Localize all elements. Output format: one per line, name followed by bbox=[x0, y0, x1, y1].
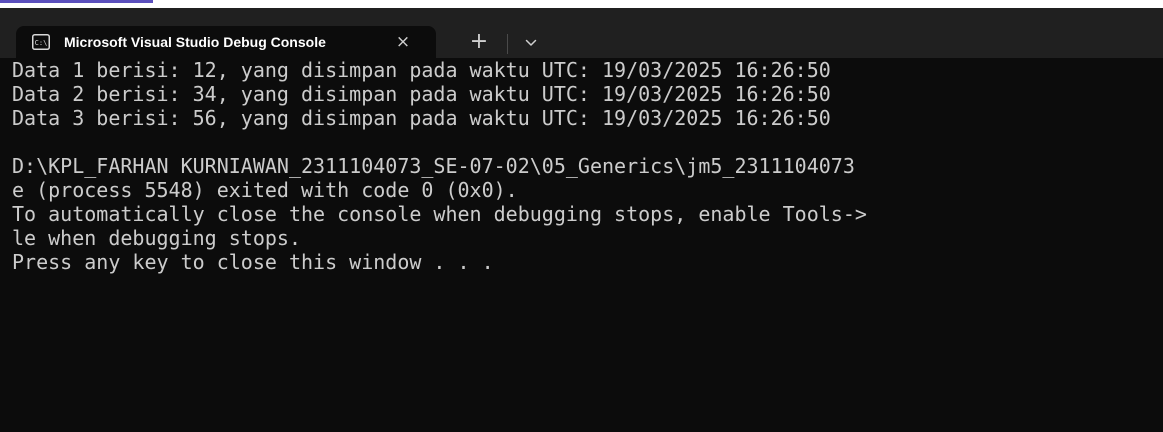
console-line: Data 2 berisi: 34, yang disimpan pada wa… bbox=[12, 82, 831, 106]
console-line: Press any key to close this window . . . bbox=[12, 250, 494, 274]
terminal-window: C:\ Microsoft Visual Studio Debug Consol… bbox=[0, 8, 1163, 432]
console-line: Data 3 berisi: 56, yang disimpan pada wa… bbox=[12, 106, 831, 130]
console-line: e (process 5548) exited with code 0 (0x0… bbox=[12, 178, 518, 202]
console-line: Data 1 berisi: 12, yang disimpan pada wa… bbox=[12, 58, 831, 82]
terminal-icon-text: C:\ bbox=[35, 39, 48, 47]
console-line: To automatically close the console when … bbox=[12, 202, 867, 226]
terminal-icon: C:\ bbox=[32, 34, 50, 50]
console-line: D:\KPL_FARHAN KURNIAWAN_2311104073_SE-07… bbox=[12, 154, 855, 178]
tab-separator bbox=[507, 34, 508, 54]
accent-strip bbox=[0, 0, 153, 3]
tab-dropdown-button[interactable] bbox=[518, 30, 544, 56]
new-tab-button[interactable]: + bbox=[465, 30, 493, 56]
title-bar: C:\ Microsoft Visual Studio Debug Consol… bbox=[0, 8, 1163, 58]
screenshot-page: C:\ Microsoft Visual Studio Debug Consol… bbox=[0, 0, 1163, 432]
console-output[interactable]: Data 1 berisi: 12, yang disimpan pada wa… bbox=[0, 58, 1163, 432]
chevron-down-icon bbox=[525, 39, 537, 46]
console-line: le when debugging stops. bbox=[12, 226, 301, 250]
tab-debug-console[interactable]: C:\ Microsoft Visual Studio Debug Consol… bbox=[16, 26, 436, 58]
tab-title: Microsoft Visual Studio Debug Console bbox=[64, 34, 326, 50]
tab-close-button[interactable]: × bbox=[390, 30, 416, 54]
